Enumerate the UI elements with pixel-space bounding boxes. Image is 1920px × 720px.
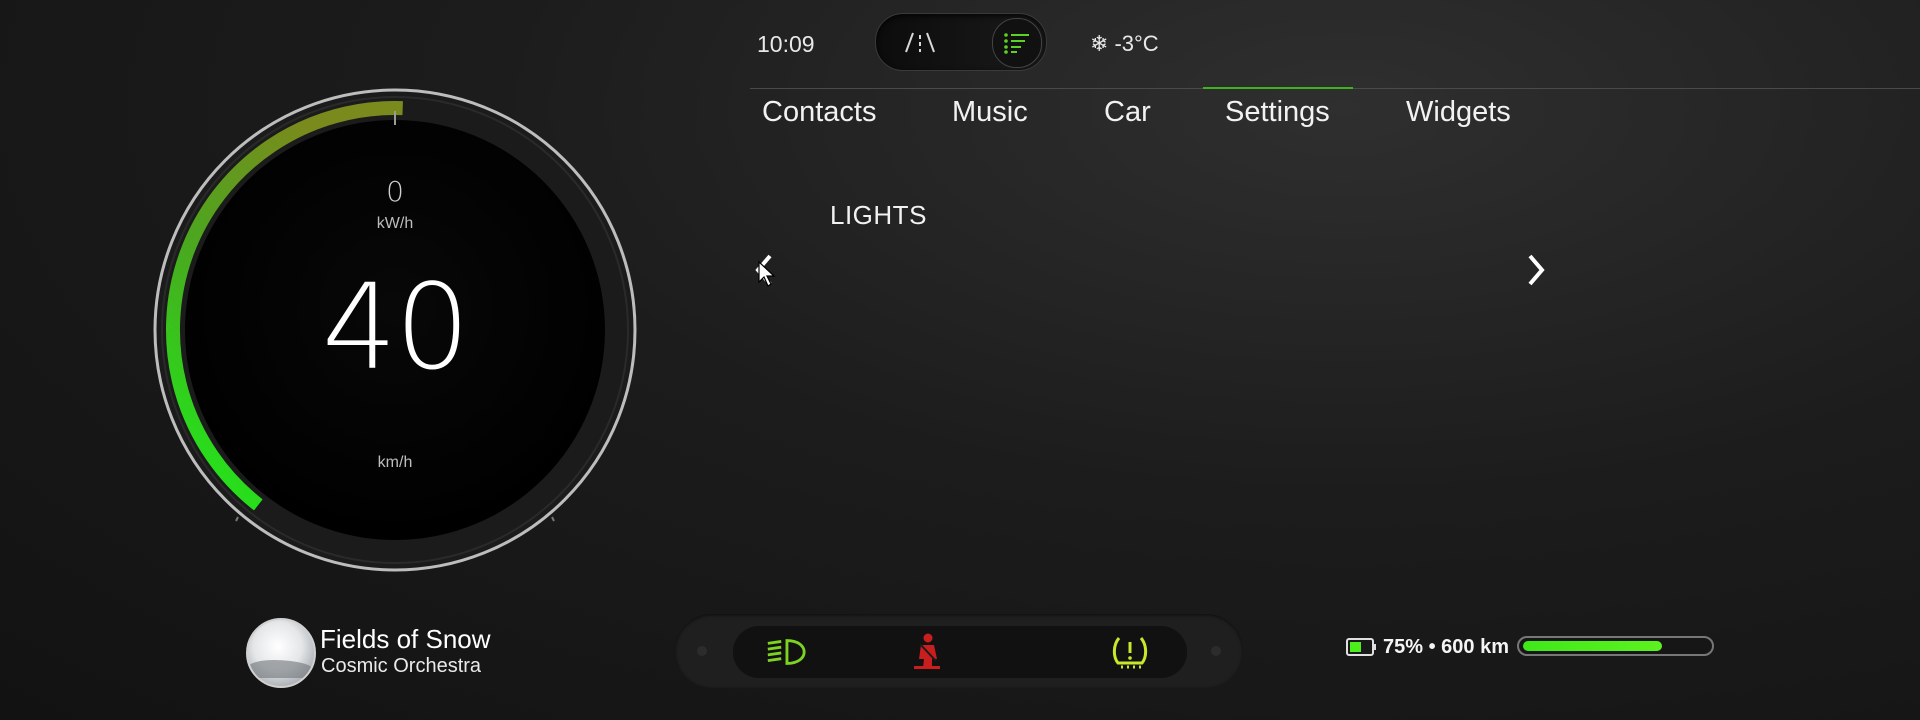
next-button[interactable] (1520, 250, 1552, 290)
album-art[interactable] (246, 618, 316, 688)
tab-widgets[interactable]: Widgets (1406, 96, 1511, 129)
road-icon (905, 32, 935, 53)
list-icon (1004, 33, 1029, 54)
battery-level-bar (1517, 636, 1714, 656)
headlight-icon (767, 639, 806, 665)
tire-pressure-icon (1112, 637, 1148, 669)
temperature-value: -3°C (1114, 31, 1159, 56)
view-mode-toggle[interactable] (875, 13, 1047, 71)
outside-temperature: ❄ -3°C (1090, 31, 1159, 57)
seatbelt-lamp (905, 632, 949, 672)
speedometer-gauge: 0 kW/h 40 km/h (150, 85, 640, 575)
warning-lamp-tray (733, 626, 1187, 678)
mouse-pointer-icon (757, 260, 777, 290)
headlight-lamp (764, 632, 808, 672)
road-view-button[interactable] (890, 26, 950, 58)
tire-pressure-lamp (1108, 632, 1152, 672)
tab-car[interactable]: Car (1104, 96, 1151, 129)
tab-music[interactable]: Music (952, 96, 1028, 129)
active-tab-indicator (1203, 87, 1353, 89)
snowflake-icon: ❄ (1090, 31, 1109, 56)
panel-dot-right (1211, 646, 1221, 656)
list-view-button[interactable] (992, 18, 1042, 68)
speed-unit: km/h (377, 454, 413, 471)
battery-range-text: 75% • 600 km (1383, 636, 1509, 658)
battery-level-fill (1523, 641, 1662, 651)
panel-dot-left (697, 646, 707, 656)
track-title[interactable]: Fields of Snow (320, 624, 491, 655)
seatbelt-icon (914, 633, 940, 669)
speed-value: 40 (321, 258, 470, 396)
section-title: LIGHTS (830, 200, 927, 230)
tab-contacts[interactable]: Contacts (762, 96, 876, 129)
tab-settings[interactable]: Settings (1225, 96, 1330, 129)
track-artist: Cosmic Orchestra (321, 655, 482, 677)
power-unit: kW/h (376, 215, 414, 232)
gauge-right-tick (551, 516, 555, 522)
battery-icon (1346, 637, 1378, 662)
clock: 10:09 (757, 31, 815, 57)
gauge-left-tick (235, 516, 239, 522)
chevron-right-icon (1528, 254, 1545, 286)
power-value: 0 (386, 175, 404, 208)
